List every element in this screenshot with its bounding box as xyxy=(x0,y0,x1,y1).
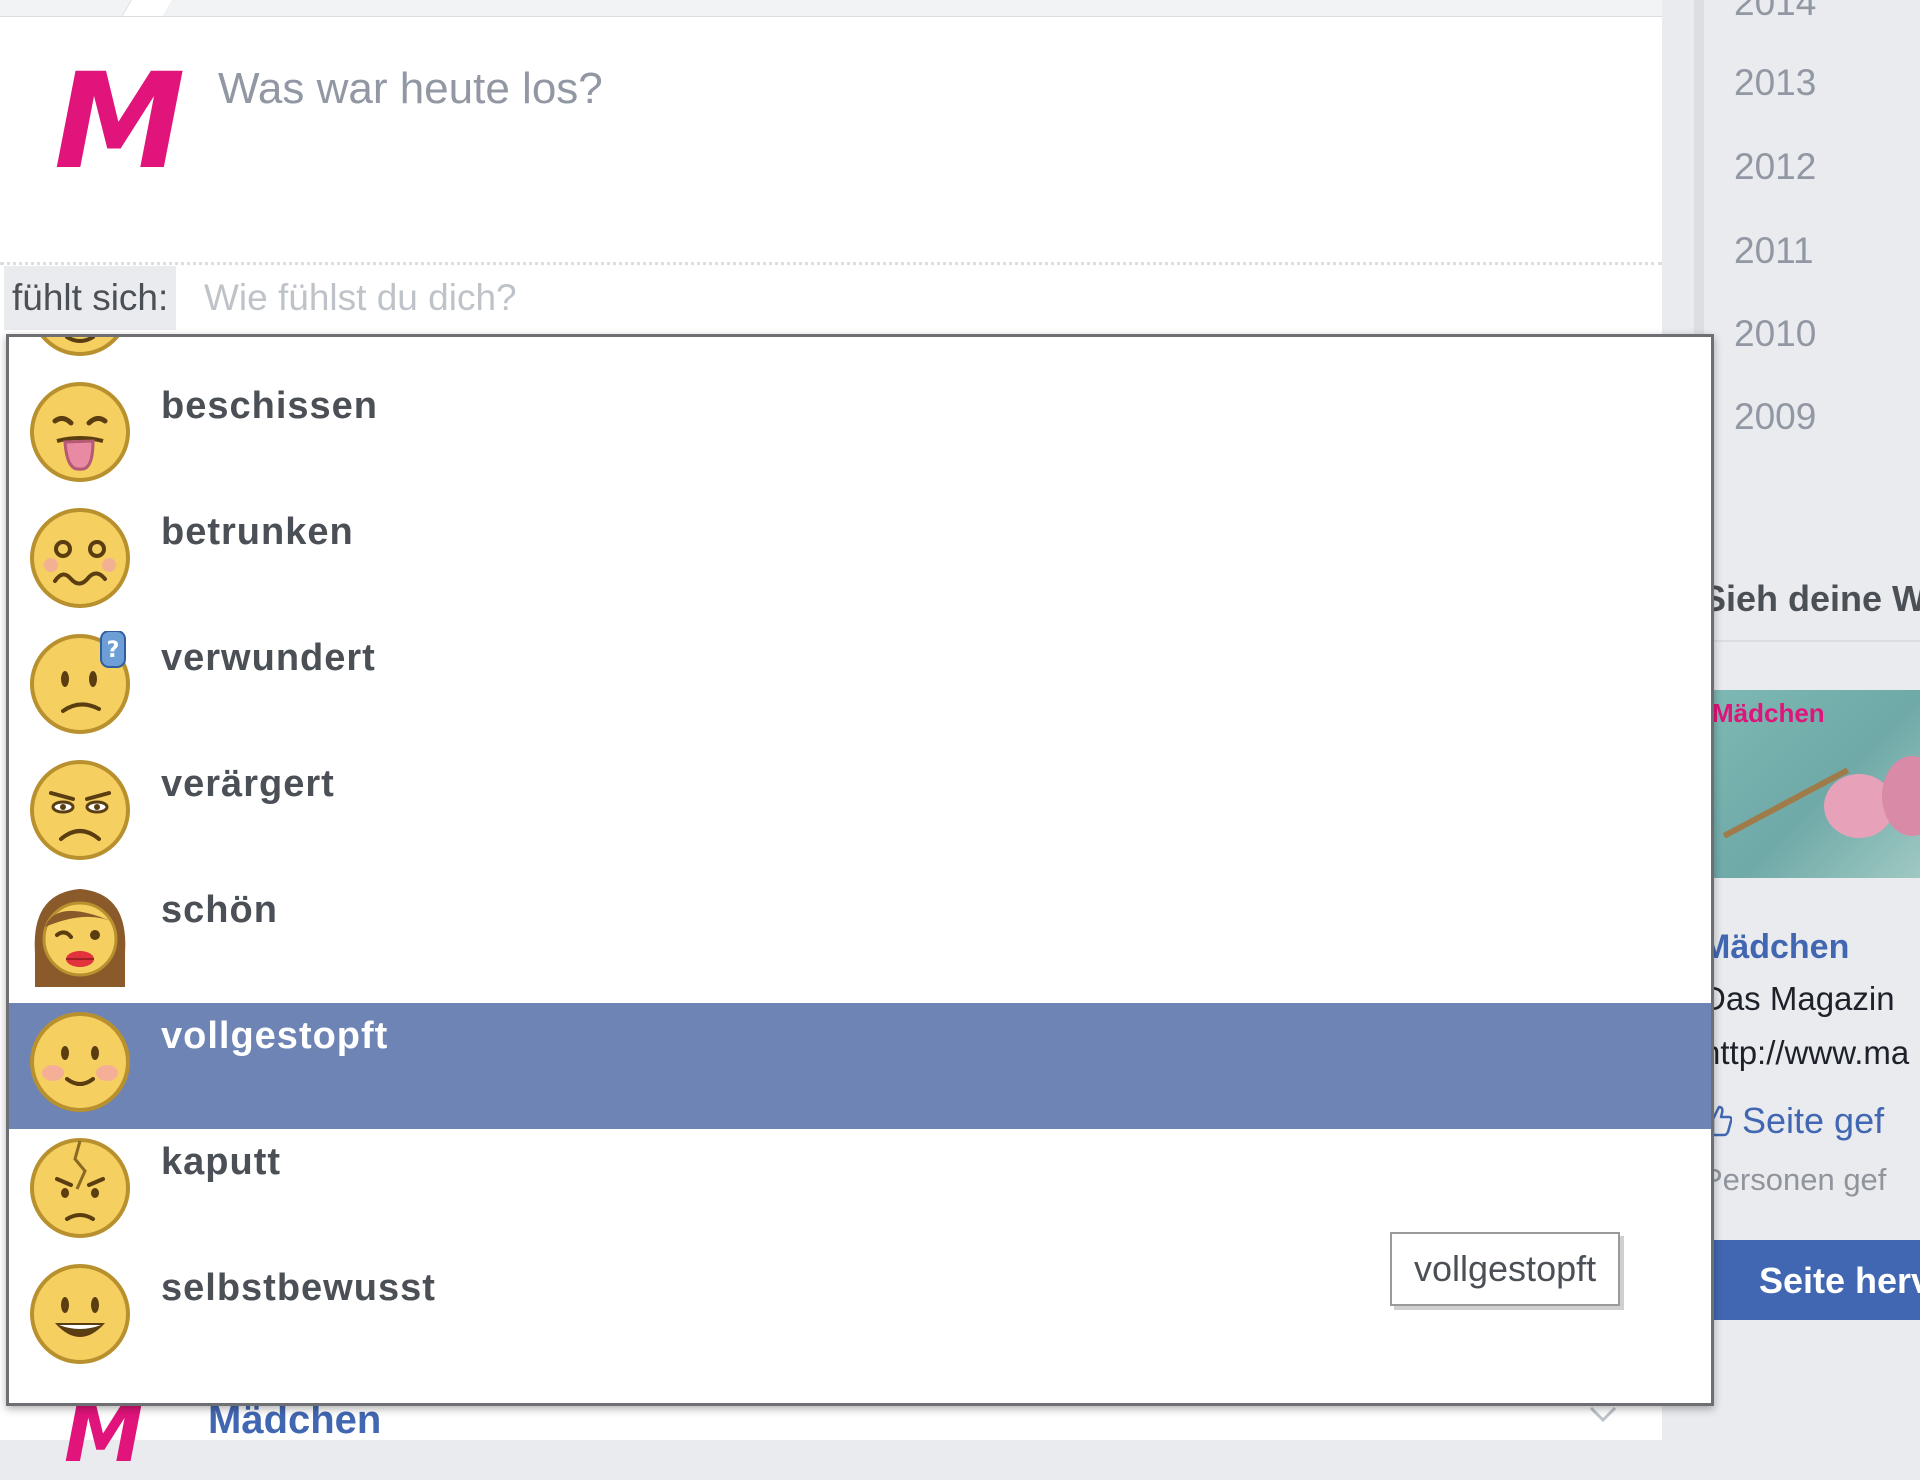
feeling-option-vollgestopft[interactable]: vollgestopft xyxy=(9,1003,1711,1129)
feeling-label: schön xyxy=(161,889,278,931)
composer-divider xyxy=(0,262,1662,265)
promote-page-button[interactable]: Seite herv xyxy=(1706,1240,1920,1320)
feeling-label: verwundert xyxy=(161,637,376,679)
feeling-label: fühlt sich: xyxy=(4,266,177,330)
year-link-2013[interactable]: 2013 xyxy=(1734,62,1816,104)
like-page-label: Seite gef xyxy=(1742,1100,1885,1141)
feeling-label: verärgert xyxy=(161,763,335,805)
people-like-count: Personen gef xyxy=(1702,1162,1887,1197)
pretty-girl-icon xyxy=(34,889,126,987)
year-link-2009[interactable]: 2009 xyxy=(1734,396,1816,438)
sidebar-divider xyxy=(1702,640,1920,642)
drunk-face-icon xyxy=(30,508,130,608)
page-cover-image[interactable]: Mädchen xyxy=(1706,690,1920,878)
feeling-label: betrunken xyxy=(161,511,354,553)
feeling-option[interactable] xyxy=(9,337,1711,373)
page-description: Das Magazin xyxy=(1702,980,1895,1017)
like-page-link[interactable]: Seite gef xyxy=(1702,1100,1884,1142)
broken-face-icon xyxy=(30,1138,130,1238)
annoyed-face-icon xyxy=(30,760,130,860)
status-input[interactable]: Was war heute los? xyxy=(218,64,603,114)
feeling-option-veraergert[interactable]: verärgert xyxy=(9,751,1711,877)
see-your-link[interactable]: Sieh deine W xyxy=(1702,578,1920,620)
composer-tab-pointer xyxy=(121,0,176,16)
feeling-row: fühlt sich: xyxy=(0,266,1662,330)
feeling-option-betrunken[interactable]: betrunken xyxy=(9,499,1711,625)
feeling-input[interactable] xyxy=(204,266,1104,330)
composer-tabs-bar xyxy=(0,0,1662,17)
page-url[interactable]: http://www.ma xyxy=(1702,1034,1909,1072)
feeling-option-beschissen[interactable]: beschissen xyxy=(9,373,1711,499)
feeling-label: vollgestopft xyxy=(161,1015,389,1057)
cover-brand: Mädchen xyxy=(1712,698,1825,728)
page-name-link[interactable]: Mädchen xyxy=(1702,928,1849,967)
feeling-label: selbstbewusst xyxy=(161,1267,436,1309)
confused-face-icon: ? xyxy=(30,631,130,734)
year-link-2012[interactable]: 2012 xyxy=(1734,146,1816,188)
feeling-option-verwundert[interactable]: ? verwundert xyxy=(9,625,1711,751)
smiley-icon xyxy=(40,337,120,356)
feeling-label: kaputt xyxy=(161,1141,281,1183)
tongue-out-icon xyxy=(30,382,130,482)
post-avatar[interactable]: M xyxy=(64,1394,144,1474)
year-link-2010[interactable]: 2010 xyxy=(1734,313,1816,355)
stuffed-face-icon xyxy=(30,1012,130,1112)
page-logo[interactable]: M xyxy=(54,52,185,192)
confident-face-icon xyxy=(30,1264,130,1364)
year-link-2014[interactable]: 2014 xyxy=(1734,0,1816,24)
year-link-2011[interactable]: 2011 xyxy=(1734,230,1814,272)
chevron-down-icon[interactable] xyxy=(1588,1404,1618,1424)
feeling-option-schoen[interactable]: schön xyxy=(9,877,1711,1003)
svg-text:?: ? xyxy=(107,638,120,663)
feeling-tooltip: vollgestopft xyxy=(1390,1232,1621,1306)
feeling-label: beschissen xyxy=(161,385,378,427)
